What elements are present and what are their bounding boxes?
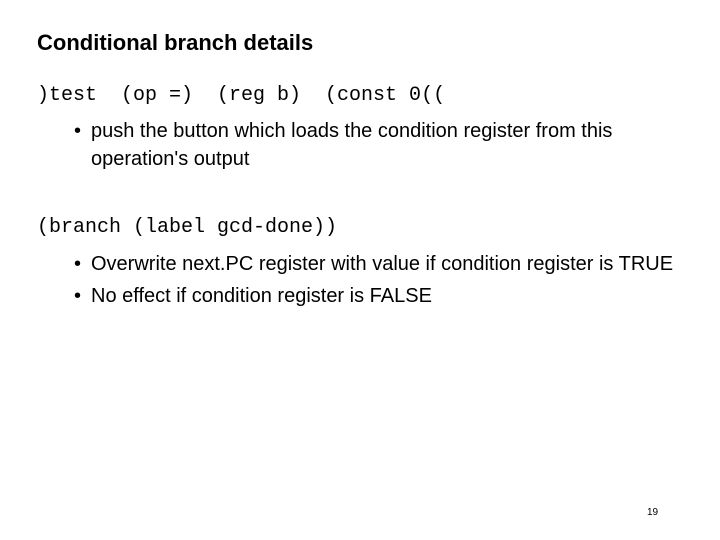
bullet-item: • Overwrite next.PC register with value … [74, 250, 704, 278]
page-number: 19 [647, 507, 659, 518]
bullet-icon: • [74, 285, 82, 307]
bullet-list-test: • push the button which loads the condit… [74, 117, 704, 173]
code-line-branch: (branch (label gcd-done)) [37, 216, 338, 239]
bullet-icon: • [74, 253, 82, 275]
bullet-text: Overwrite next.PC register with value if… [91, 253, 674, 275]
bullet-list-branch: • Overwrite next.PC register with value … [74, 250, 704, 310]
bullet-text: No effect if condition register is FALSE [91, 285, 432, 307]
code-line-test: )test (op =) (reg b) (const 0(( [37, 84, 446, 107]
slide-title: Conditional branch details [37, 30, 314, 55]
bullet-icon: • [74, 120, 82, 142]
bullet-text: push the button which loads the conditio… [91, 120, 613, 170]
bullet-item: • push the button which loads the condit… [74, 117, 704, 173]
bullet-item: • No effect if condition register is FAL… [74, 282, 704, 310]
